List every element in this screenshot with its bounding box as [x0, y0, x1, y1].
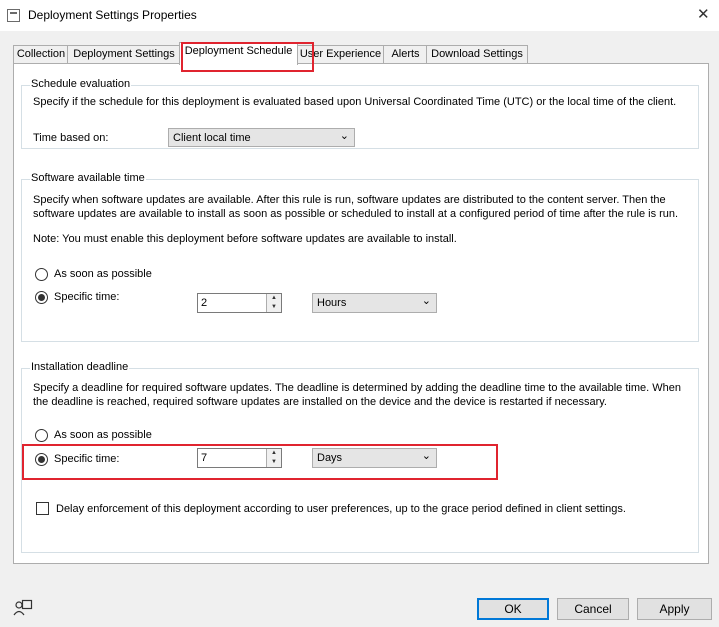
available-asap-radio[interactable] — [35, 268, 48, 281]
tab-highlight-box — [181, 42, 314, 72]
tab-collection[interactable]: Collection — [13, 45, 69, 64]
available-amount-stepper[interactable]: 2 ▲ ▼ — [197, 293, 282, 313]
software-available-description-2: software updates are available to instal… — [33, 208, 679, 220]
installation-deadline-title: Installation deadline — [30, 361, 130, 373]
software-available-note: Note: You must enable this deployment be… — [33, 233, 457, 245]
software-available-description-1: Specify when software updates are availa… — [33, 194, 666, 206]
close-icon[interactable]: ✕ — [697, 5, 710, 23]
time-based-on-value: Client local time — [173, 132, 251, 144]
installation-deadline-description-2: the deadline is reached, required softwa… — [33, 396, 607, 408]
available-amount-spin-buttons[interactable]: ▲ ▼ — [266, 294, 281, 312]
tab-download-settings[interactable]: Download Settings — [426, 45, 528, 64]
available-specific-time-radio[interactable] — [35, 291, 48, 304]
chevron-down-icon: ⌄ — [339, 130, 349, 142]
deadline-asap-radio[interactable] — [35, 429, 48, 442]
schedule-evaluation-description: Specify if the schedule for this deploym… — [33, 96, 677, 108]
software-available-title: Software available time — [30, 172, 146, 184]
available-unit-dropdown[interactable]: Hours ⌄ — [312, 293, 437, 313]
available-specific-time-label: Specific time: — [54, 291, 120, 303]
ok-button[interactable]: OK — [477, 598, 549, 620]
available-asap-label: As soon as possible — [54, 268, 152, 280]
title-bar: Deployment Settings Properties ✕ — [0, 0, 719, 31]
time-based-on-dropdown[interactable]: Client local time ⌄ — [168, 128, 355, 147]
deadline-asap-label: As soon as possible — [54, 429, 152, 441]
software-available-group: Software available time Specify when sof… — [21, 172, 699, 342]
tab-alerts[interactable]: Alerts — [383, 45, 428, 64]
delay-enforcement-checkbox[interactable] — [36, 502, 49, 515]
window-title: Deployment Settings Properties — [28, 8, 197, 22]
deadline-highlight-box — [22, 444, 498, 480]
cancel-button[interactable]: Cancel — [557, 598, 629, 620]
window-icon — [7, 9, 20, 22]
delay-enforcement-label: Delay enforcement of this deployment acc… — [56, 503, 626, 515]
schedule-evaluation-title: Schedule evaluation — [30, 78, 132, 90]
help-person-icon[interactable] — [12, 598, 34, 620]
chevron-down-icon: ⌄ — [421, 295, 431, 307]
schedule-evaluation-group: Schedule evaluation Specify if the sched… — [21, 78, 699, 149]
installation-deadline-description-1: Specify a deadline for required software… — [33, 382, 681, 394]
available-unit-value: Hours — [317, 297, 347, 309]
available-amount-value: 2 — [201, 297, 208, 309]
tab-panel: Schedule evaluation Specify if the sched… — [13, 63, 709, 564]
time-based-on-label: Time based on: — [33, 132, 109, 144]
spin-down-icon[interactable]: ▼ — [267, 303, 281, 312]
spin-up-icon[interactable]: ▲ — [267, 294, 281, 303]
apply-button[interactable]: Apply — [637, 598, 712, 620]
tab-deployment-settings[interactable]: Deployment Settings — [67, 45, 181, 64]
